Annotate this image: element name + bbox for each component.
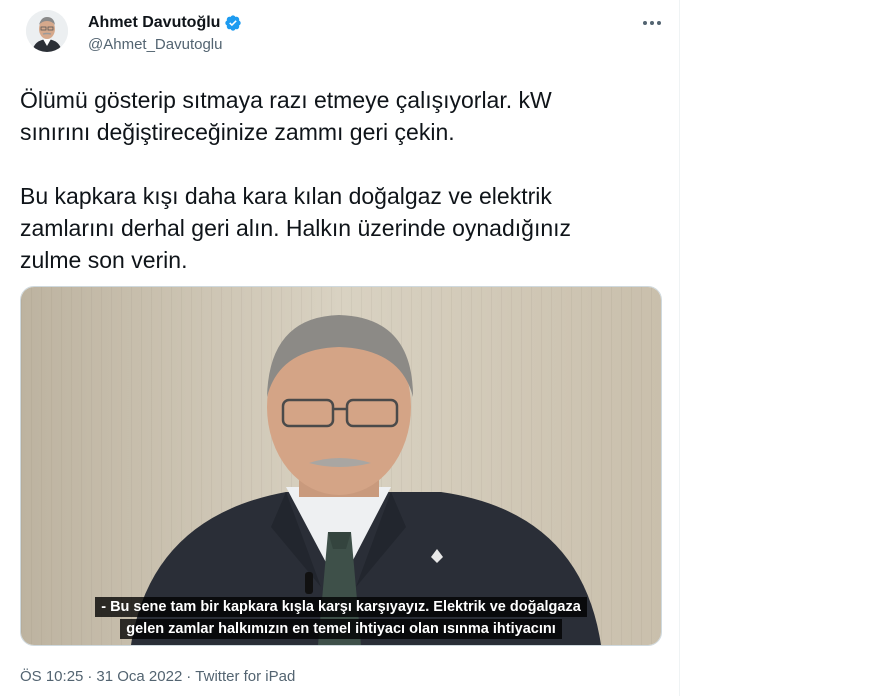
- tweet-date[interactable]: 31 Oca 2022: [96, 668, 182, 685]
- avatar[interactable]: [26, 10, 68, 52]
- meta-separator: ·: [87, 668, 93, 685]
- author-name-row: Ahmet Davutoğlu: [88, 14, 242, 32]
- verified-badge-icon: [225, 15, 242, 31]
- tweet-text: Ölümü gösterip sıtmaya razı etmeye çalış…: [20, 87, 572, 273]
- avatar-image: [26, 10, 68, 52]
- more-options-button[interactable]: [637, 12, 667, 34]
- caption-line-1: - Bu sene tam bir kapkara kışla karşı ka…: [95, 597, 587, 617]
- more-options-icon: [643, 21, 661, 25]
- author-handle[interactable]: @Ahmet_Davutoglu: [88, 36, 222, 53]
- video-frame: [21, 287, 661, 645]
- caption-line-2: gelen zamlar halkımızın en temel ihtiyac…: [120, 619, 562, 639]
- video-player[interactable]: - Bu sene tam bir kapkara kışla karşı ka…: [20, 286, 662, 646]
- tweet-card: Ahmet Davutoğlu @Ahmet_Davutoglu Ölümü g…: [0, 0, 680, 696]
- meta-separator: ·: [186, 668, 192, 685]
- video-caption: - Bu sene tam bir kapkara kışla karşı ka…: [21, 597, 661, 639]
- tweet-time[interactable]: ÖS 10:25: [20, 668, 83, 685]
- tweet-meta: ÖS 10:25 · 31 Oca 2022 · Twitter for iPa…: [20, 668, 295, 685]
- tweet-source[interactable]: Twitter for iPad: [195, 668, 295, 685]
- author-name[interactable]: Ahmet Davutoğlu: [88, 14, 220, 32]
